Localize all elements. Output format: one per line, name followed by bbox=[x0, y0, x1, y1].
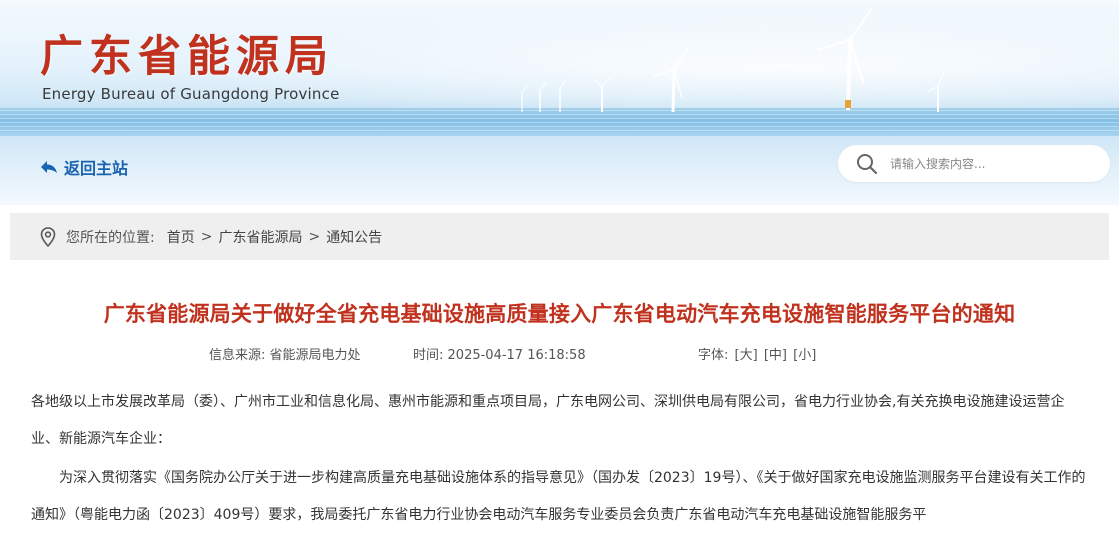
search-input[interactable] bbox=[890, 156, 1090, 171]
font-size-large-button[interactable]: [大] bbox=[735, 348, 758, 363]
breadcrumb-energy-bureau[interactable]: 广东省能源局 bbox=[218, 227, 302, 247]
article-paragraph-addressees: 各地级以上市发展改革局（委）、广州市工业和信息化局、惠州市能源和重点项目局，广东… bbox=[31, 394, 1065, 447]
font-size-medium-button[interactable]: [中] bbox=[764, 348, 787, 363]
source-value: 省能源局电力处 bbox=[269, 348, 361, 363]
article-paragraph-body: 为深入贯彻落实《国务院办公厅关于进一步构建高质量充电基础设施体系的指导意见》（国… bbox=[31, 470, 1086, 523]
time-label: 时间: bbox=[413, 348, 444, 363]
article-source: 信息来源: 省能源局电力处 bbox=[209, 344, 361, 363]
font-size-small-button[interactable]: [小] bbox=[793, 348, 816, 363]
site-subtitle: Energy Bureau of Guangdong Province bbox=[42, 85, 340, 103]
font-size-controls: 字体: [大] [中] [小] bbox=[698, 344, 816, 363]
breadcrumb-separator: > bbox=[200, 228, 213, 245]
back-link-label: 返回主站 bbox=[64, 159, 129, 178]
article-title: 广东省能源局关于做好全省充电基础设施高质量接入广东省电动汽车充电设施智能服务平台… bbox=[103, 302, 1016, 326]
arrow-back-icon bbox=[40, 160, 58, 174]
source-label: 信息来源: bbox=[209, 348, 266, 363]
breadcrumb-label: 您所在的位置: bbox=[66, 229, 155, 246]
search-icon[interactable] bbox=[856, 152, 880, 176]
font-size-label: 字体: bbox=[698, 348, 729, 363]
breadcrumb: 您所在的位置: 首页 > 广东省能源局 > 通知公告 bbox=[10, 213, 1109, 260]
breadcrumb-notices[interactable]: 通知公告 bbox=[326, 227, 382, 247]
location-pin-icon bbox=[40, 226, 56, 247]
breadcrumb-separator: > bbox=[308, 228, 321, 245]
breadcrumb-home[interactable]: 首页 bbox=[167, 227, 195, 247]
search-box bbox=[838, 145, 1110, 182]
header-banner: 广东省能源局 Energy Bureau of Guangdong Provin… bbox=[0, 0, 1119, 205]
time-value: 2025-04-17 16:18:58 bbox=[447, 348, 586, 363]
back-to-main-site-link[interactable]: 返回主站 bbox=[40, 155, 128, 179]
article-time: 时间: 2025-04-17 16:18:58 bbox=[413, 344, 586, 363]
site-title: 广东省能源局 bbox=[40, 32, 334, 82]
